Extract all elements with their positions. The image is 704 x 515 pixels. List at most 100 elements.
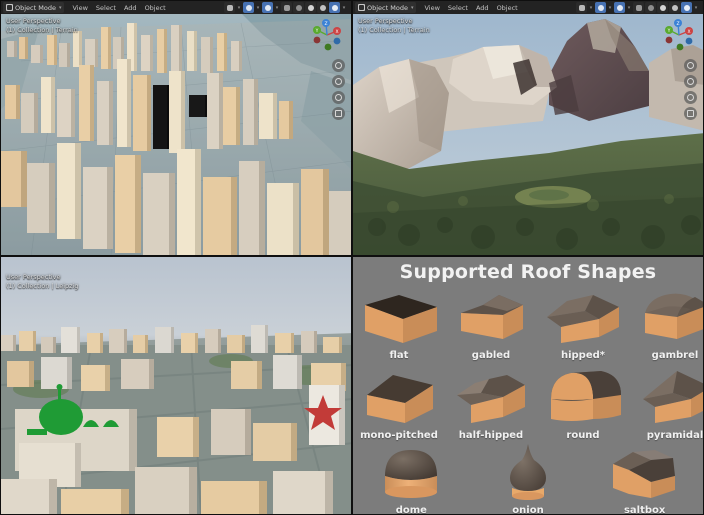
shading-rendered-icon[interactable]: [329, 2, 340, 13]
menu-select[interactable]: Select: [92, 4, 120, 12]
roof-cell-round: round: [537, 363, 629, 441]
roof-cell-onion: onion: [470, 443, 587, 515]
chevron-down-icon[interactable]: ▾: [693, 5, 699, 11]
roof-label-gambrel: gambrel: [651, 350, 699, 361]
roof-cell-flat: flat: [353, 283, 445, 361]
viewport-terrain[interactable]: Object Mode ▾ View Select Add Object ▾ ▾…: [352, 0, 704, 256]
shading-material-icon[interactable]: [669, 2, 680, 13]
roof-label-half-hipped: half-hipped: [458, 430, 524, 441]
roof-cell-half-hipped: half-hipped: [445, 363, 537, 441]
shading-solid-icon[interactable]: [657, 2, 668, 13]
axis-gizmo-svg[interactable]: X Y Z: [661, 17, 697, 53]
roof-cell-pyramidal: pyramidal: [629, 363, 704, 441]
menu-add[interactable]: Add: [120, 4, 141, 12]
shading-solid-icon[interactable]: [305, 2, 316, 13]
mode-label: Object Mode: [15, 3, 56, 12]
gabled-roof-shape: [445, 287, 537, 349]
move-hand-icon[interactable]: [332, 75, 345, 88]
zoom-icon[interactable]: [684, 59, 697, 72]
snap-magnet-icon[interactable]: [576, 2, 587, 13]
collection-label: (1) Collection | Leipzig: [6, 282, 79, 290]
chevron-down-icon[interactable]: ▾: [626, 5, 632, 11]
transform-orientation-icon[interactable]: [262, 2, 273, 13]
roof-label-gabled: gabled: [471, 350, 511, 361]
nyc-render: [1, 1, 351, 255]
move-hand-icon[interactable]: [684, 75, 697, 88]
dome-roof-shape: [365, 442, 457, 504]
viewport-nyc[interactable]: Object Mode ▾ View Select Add Object ▾ ▾…: [0, 0, 352, 256]
shading-rendered-icon[interactable]: [681, 2, 692, 13]
transform-orientation-icon[interactable]: [614, 2, 625, 13]
chevron-down-icon[interactable]: ▾: [255, 5, 261, 11]
header-tools[interactable]: ▾ ▾ ▾ ▾: [224, 2, 349, 13]
shading-material-icon[interactable]: [317, 2, 328, 13]
svg-text:Z: Z: [324, 21, 327, 27]
grid-icon[interactable]: [332, 107, 345, 120]
hipped-roof-shape: [537, 287, 629, 349]
menu-view[interactable]: View: [420, 4, 443, 12]
chevron-down-icon[interactable]: ▾: [607, 5, 613, 11]
svg-text:Z: Z: [676, 21, 679, 27]
menu-select[interactable]: Select: [444, 4, 472, 12]
roof-label-pyramidal: pyramidal: [646, 430, 704, 441]
roof-label-hipped: hipped*: [560, 350, 606, 361]
pyramidal-roof-shape: [629, 367, 703, 429]
roof-shapes-background: Supported Roof Shapes flat gabled hipped…: [353, 257, 703, 514]
toggle-xray-icon[interactable]: [633, 2, 644, 13]
roof-cell-saltbox: saltbox: [586, 442, 703, 515]
viewport-header-terrain[interactable]: Object Mode ▾ View Select Add Object ▾ ▾…: [353, 1, 703, 14]
mono-pitched-roof-shape: [353, 367, 445, 429]
viewport-tool-strip-nyc[interactable]: [332, 59, 345, 120]
roof-label-saltbox: saltbox: [623, 505, 666, 515]
roof-row-2: mono-pitched half-hipped round pyramidal: [353, 363, 703, 441]
shading-wireframe-icon[interactable]: [293, 2, 304, 13]
grid-icon[interactable]: [684, 107, 697, 120]
chevron-down-icon[interactable]: ▾: [236, 5, 242, 11]
chevron-down-icon[interactable]: ▾: [341, 5, 347, 11]
roof-shapes-panel: Supported Roof Shapes flat gabled hipped…: [352, 256, 704, 515]
viewport-overlay-text-leipzig: User Perspective (1) Collection | Leipzi…: [6, 273, 79, 291]
perspective-label: User Perspective: [6, 17, 61, 25]
svg-text:Y: Y: [667, 28, 671, 34]
svg-text:X: X: [335, 29, 338, 35]
viewport-header-nyc[interactable]: Object Mode ▾ View Select Add Object ▾ ▾…: [1, 1, 351, 14]
camera-icon[interactable]: [684, 91, 697, 104]
viewport-overlay-text-terrain: User Perspective (1) Collection | Terrai…: [358, 17, 430, 35]
mode-label: Object Mode: [367, 3, 408, 12]
menu-object[interactable]: Object: [141, 4, 170, 12]
axis-gizmo-svg[interactable]: X Y Z: [309, 17, 345, 53]
camera-icon[interactable]: [332, 91, 345, 104]
saltbox-roof-shape: [599, 442, 691, 504]
green-dome-icon: [27, 384, 119, 435]
round-roof-shape: [537, 367, 629, 429]
mode-selector[interactable]: Object Mode ▾: [355, 2, 417, 13]
viewport-leipzig[interactable]: User Perspective (1) Collection | Leipzi…: [0, 256, 352, 515]
roof-cell-gambrel: gambrel: [629, 283, 703, 361]
header-tools[interactable]: ▾ ▾ ▾ ▾: [576, 2, 701, 13]
chevron-down-icon[interactable]: ▾: [274, 5, 280, 11]
navigation-gizmo-terrain[interactable]: X Y Z: [661, 17, 697, 53]
snap-magnet-icon[interactable]: [224, 2, 235, 13]
gambrel-roof-shape: [629, 287, 703, 349]
terrain-render: [353, 1, 703, 255]
viewport-tool-strip-terrain[interactable]: [684, 59, 697, 120]
object-mode-cube-icon: [6, 4, 13, 11]
navigation-gizmo-nyc[interactable]: X Y Z: [309, 17, 345, 53]
roof-label-mono-pitched: mono-pitched: [360, 430, 438, 441]
proportional-editing-icon[interactable]: [595, 2, 606, 13]
toggle-xray-icon[interactable]: [281, 2, 292, 13]
roof-row-3: dome onion saltbox: [353, 442, 703, 515]
proportional-editing-icon[interactable]: [243, 2, 254, 13]
roof-cell-hipped: hipped*: [537, 283, 629, 361]
mode-selector[interactable]: Object Mode ▾: [3, 2, 65, 13]
chevron-down-icon: ▾: [58, 4, 62, 11]
roof-label-onion: onion: [512, 505, 544, 515]
menu-view[interactable]: View: [68, 4, 91, 12]
menu-object[interactable]: Object: [493, 4, 522, 12]
chevron-down-icon: ▾: [410, 4, 414, 11]
perspective-label: User Perspective: [358, 17, 413, 25]
shading-wireframe-icon[interactable]: [645, 2, 656, 13]
zoom-icon[interactable]: [332, 59, 345, 72]
menu-add[interactable]: Add: [472, 4, 493, 12]
chevron-down-icon[interactable]: ▾: [588, 5, 594, 11]
